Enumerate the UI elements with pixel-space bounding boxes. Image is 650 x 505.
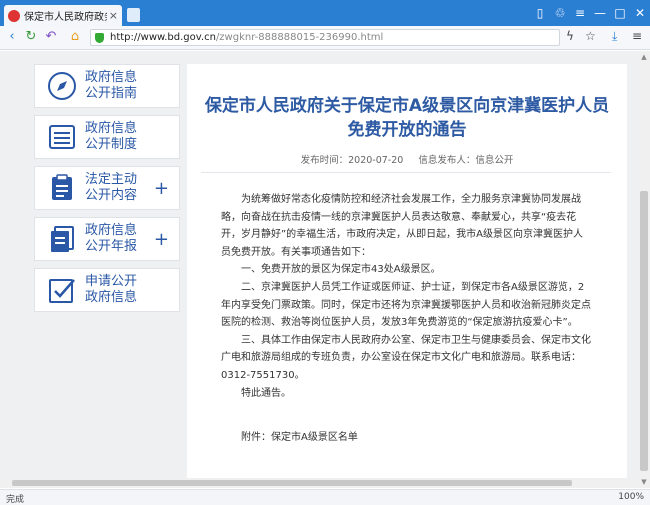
status-bar: 完成 100% xyxy=(0,489,650,505)
more-menu-icon[interactable]: ≡ xyxy=(632,29,642,43)
close-window-icon[interactable]: ✕ xyxy=(630,4,650,22)
vertical-scroll-thumb[interactable] xyxy=(640,191,648,471)
new-tab-button[interactable] xyxy=(127,8,140,22)
download-icon[interactable]: ⤓ xyxy=(612,29,617,44)
home-icon[interactable]: ⌂ xyxy=(66,28,84,46)
sidebar-item-label: 政府信息 公开指南 xyxy=(85,70,138,101)
back-icon[interactable]: ‹ xyxy=(3,28,21,46)
lightning-icon[interactable]: ϟ xyxy=(566,29,574,43)
menu-icon[interactable]: ≡ xyxy=(570,4,590,22)
scroll-down-icon[interactable]: ▼ xyxy=(640,478,648,486)
tab-title: 保定市人民政府政务公开 xyxy=(24,12,107,23)
paragraph: 三、具体工作由保定市人民政府办公室、保定市卫生与健康委员会、保定市文化广电和旅游… xyxy=(221,334,591,381)
edit-icon xyxy=(49,279,75,303)
compass-icon xyxy=(48,72,76,100)
minimize-icon[interactable]: — xyxy=(590,4,610,22)
report-icon xyxy=(51,226,74,252)
sidebar-item-label: 法定主动 公开内容 xyxy=(85,172,138,203)
sidebar-item-label: 申请公开 政府信息 xyxy=(85,274,138,305)
status-text: 完成 xyxy=(6,495,25,505)
skin-icon[interactable]: ♲ xyxy=(550,4,570,22)
sidebar-toggle-icon[interactable]: ▯ xyxy=(530,4,550,22)
address-toolbar: ‹ ↻ ↶ ⌂ http://www.bd.gov.cn/zwgknr-8888… xyxy=(0,26,650,50)
refresh-icon[interactable]: ↻ xyxy=(22,28,40,46)
article-title: 保定市人民政府关于保定市A级景区向京津冀医护人员免费开放的通告 xyxy=(204,96,610,140)
sidebar-item-label: 政府信息 公开制度 xyxy=(85,121,138,152)
article-panel: 保定市人民政府关于保定市A级景区向京津冀医护人员免费开放的通告 发布时间：202… xyxy=(187,64,627,488)
sidebar-item-guide[interactable]: 政府信息 公开指南 xyxy=(34,64,180,108)
attachment-link[interactable]: 附件：保定市A级景区名单 xyxy=(221,429,593,447)
horizontal-scrollbar[interactable] xyxy=(0,478,638,488)
list-icon xyxy=(49,125,75,149)
sidebar-item-statutory[interactable]: 法定主动 公开内容 + xyxy=(34,166,180,210)
paragraph: 一、免费开放的景区为保定市43处A级景区。 xyxy=(241,264,441,276)
vertical-scrollbar[interactable]: ▲ ▼ xyxy=(638,51,650,488)
maximize-icon[interactable]: □ xyxy=(610,4,630,22)
article-meta: 发布时间：2020-07-20 信息发布人：信息公开 xyxy=(187,152,627,166)
expand-plus-icon[interactable]: + xyxy=(154,229,169,250)
paragraph: 二、京津冀医护人员凭工作证或医师证、护士证，到保定市各A级景区游览，2年内享受免… xyxy=(221,281,591,329)
clipboard-icon xyxy=(52,174,72,200)
sidebar-item-apply[interactable]: 申请公开 政府信息 xyxy=(34,268,180,312)
horizontal-scroll-thumb[interactable] xyxy=(12,480,572,486)
paragraph: 为统筹做好常态化疫情防控和经济社会发展工作，全力服务京津冀协同发展战略，向奋战在… xyxy=(221,194,584,258)
zoom-level[interactable]: 100% xyxy=(618,492,644,502)
window-controls: ▯ ♲ ≡ — □ ✕ xyxy=(530,4,650,22)
address-bar[interactable]: http://www.bd.gov.cn/zwgknr-888888015-23… xyxy=(90,29,560,46)
sidebar-item-annual-report[interactable]: 政府信息 公开年报 + xyxy=(34,217,180,261)
divider xyxy=(201,172,611,173)
publish-time: 发布时间：2020-07-20 xyxy=(300,155,404,166)
publisher: 信息发布人：信息公开 xyxy=(418,155,514,166)
url-text: http://www.bd.gov.cn/zwgknr-888888015-23… xyxy=(110,32,384,43)
site-favicon-icon xyxy=(8,9,20,22)
page-viewport: 政府信息 公开指南 政府信息 公开制度 法定主动 公开内容 + 政府信息 公开年… xyxy=(0,51,650,488)
sidebar-nav: 政府信息 公开指南 政府信息 公开制度 法定主动 公开内容 + 政府信息 公开年… xyxy=(34,64,180,319)
article-body: 为统筹做好常态化疫情防控和经济社会发展工作，全力服务京津冀协同发展战略，向奋战在… xyxy=(221,191,593,447)
browser-tabbar: 保定市人民政府政务公开 × ▯ ♲ ≡ — □ ✕ xyxy=(0,0,650,26)
tab-close-icon[interactable]: × xyxy=(109,9,118,22)
paragraph: 特此通告。 xyxy=(241,387,291,399)
sidebar-item-label: 政府信息 公开年报 xyxy=(85,223,138,254)
sidebar-item-system[interactable]: 政府信息 公开制度 xyxy=(34,115,180,159)
undo-icon[interactable]: ↶ xyxy=(42,28,60,46)
scroll-up-icon[interactable]: ▲ xyxy=(640,53,648,61)
favorite-star-icon[interactable]: ☆ xyxy=(585,29,596,43)
expand-plus-icon[interactable]: + xyxy=(154,178,169,199)
secure-shield-icon xyxy=(95,32,104,43)
browser-tab[interactable]: 保定市人民政府政务公开 × xyxy=(4,5,122,26)
